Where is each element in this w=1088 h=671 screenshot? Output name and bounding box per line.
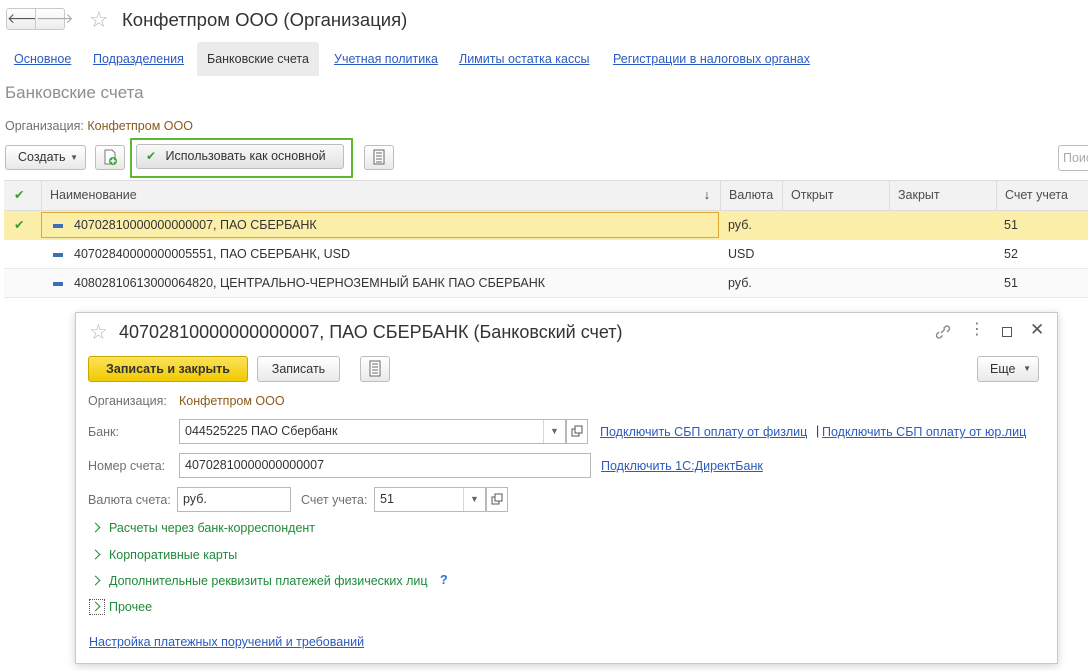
save-close-button[interactable]: Записать и закрыть — [88, 356, 248, 382]
tab-accounting-policy[interactable]: Учетная политика — [334, 42, 438, 76]
account-number-label: Номер счета: — [88, 459, 166, 473]
ledger-account-field[interactable]: 51 ▼ — [374, 487, 486, 512]
open-icon — [571, 425, 583, 437]
favorite-star-icon[interactable]: ☆ — [89, 322, 108, 344]
row-account: 51 — [1004, 276, 1018, 290]
bank-account-icon — [53, 253, 63, 257]
forward-button[interactable]: 🡒 — [35, 8, 74, 30]
org-label: Организация: — [88, 394, 167, 408]
table-row[interactable]: 40702840000000005551, ПАО СБЕРБАНК, USD … — [4, 240, 1088, 269]
row-currency: руб. — [728, 276, 752, 290]
checkmark-icon: ✔ — [14, 218, 25, 232]
copy-button[interactable] — [95, 145, 125, 170]
row-name: 40702840000000005551, ПАО СБЕРБАНК, USD — [74, 247, 351, 261]
tab-main[interactable]: Основное — [14, 42, 71, 76]
row-account: 51 — [1004, 218, 1018, 232]
checkmark-icon: ✔ — [146, 149, 157, 163]
row-name: 40802810613000064820, ЦЕНТРАЛЬНО-ЧЕРНОЗЕ… — [74, 276, 546, 290]
row-account: 52 — [1004, 247, 1018, 261]
more-button[interactable]: Еще ▼ — [977, 356, 1039, 382]
sbp-legal-link[interactable]: Подключить СБП оплату от юр.лиц — [822, 425, 1026, 439]
col-name[interactable]: Наименование ↓ — [41, 181, 720, 210]
col-closed[interactable]: Закрыт — [889, 181, 996, 210]
chevron-right-icon[interactable] — [90, 522, 101, 533]
window-title: Конфетпром ООО (Организация) — [122, 9, 408, 30]
list-settings-button[interactable] — [364, 145, 394, 170]
use-as-main-label: Использовать как основной — [165, 149, 326, 163]
chevron-down-icon: ▼ — [70, 153, 78, 162]
directbank-link[interactable]: Подключить 1С:ДиректБанк — [601, 459, 763, 473]
tab-cash-limits[interactable]: Лимиты остатка кассы — [459, 42, 589, 76]
maximize-icon[interactable] — [1002, 327, 1012, 337]
more-label: Еще — [990, 362, 1016, 376]
account-number-input[interactable]: 40702810000000000007 — [179, 453, 591, 478]
create-label: Создать — [18, 150, 66, 164]
col-account[interactable]: Счет учета — [996, 181, 1088, 210]
section-title: Банковские счета — [5, 83, 144, 102]
open-icon — [491, 493, 503, 505]
ledger-account-label: Счет учета: — [301, 493, 368, 507]
chevron-down-icon[interactable]: ▼ — [463, 488, 485, 511]
tab-subdivisions[interactable]: Подразделения — [93, 42, 184, 76]
sort-arrow-icon: ↓ — [703, 188, 710, 202]
favorite-star-icon[interactable]: ☆ — [89, 9, 109, 31]
table-row[interactable]: 40802810613000064820, ЦЕНТРАЛЬНО-ЧЕРНОЗЕ… — [4, 269, 1088, 298]
row-name: 40702810000000000007, ПАО СБЕРБАНК — [74, 218, 317, 232]
currency-label: Валюта счета: — [88, 493, 171, 507]
help-icon[interactable]: ? — [440, 573, 448, 587]
link-icon[interactable] — [934, 324, 952, 340]
group-other[interactable]: Прочее — [109, 600, 152, 614]
bank-account-icon — [53, 282, 63, 286]
payment-settings-link[interactable]: Настройка платежных поручений и требован… — [89, 635, 364, 649]
row-currency: руб. — [728, 218, 752, 232]
use-as-main-button[interactable]: ✔ Использовать как основной — [136, 144, 344, 169]
bank-account-icon — [53, 224, 63, 228]
group-corporate-cards[interactable]: Корпоративные карты — [109, 548, 237, 562]
open-ledger-button[interactable] — [486, 487, 508, 512]
checkmark-icon: ✔ — [14, 188, 25, 202]
table-row[interactable]: ✔ 40702810000000000007, ПАО СБЕРБАНК руб… — [4, 211, 1088, 240]
bank-field[interactable]: 044525225 ПАО Сбербанк ▼ — [179, 419, 566, 444]
group-correspondent-bank[interactable]: Расчеты через банк-корреспондент — [109, 521, 315, 535]
report-icon — [369, 360, 381, 377]
group-extra-requisites[interactable]: Дополнительные реквизиты платежей физиче… — [109, 574, 428, 588]
open-bank-button[interactable] — [566, 419, 588, 444]
search-input[interactable]: Поиск (Ctrl+F) — [1058, 145, 1088, 171]
col-opened[interactable]: Открыт — [782, 181, 889, 210]
sbp-phys-link[interactable]: Подключить СБП оплату от физлиц — [600, 425, 807, 439]
chevron-down-icon: ▼ — [1023, 364, 1031, 373]
more-actions-icon[interactable]: ⋮ — [969, 321, 985, 339]
bank-value: 044525225 ПАО Сбербанк — [185, 424, 338, 438]
org-value[interactable]: Конфетпром ООО — [179, 394, 285, 408]
save-button[interactable]: Записать — [257, 356, 340, 382]
chevron-right-icon[interactable] — [90, 549, 101, 560]
table-header: ✔ Наименование ↓ Валюта Открыт Закрыт Сч… — [4, 180, 1088, 211]
close-icon[interactable]: ✕ — [1030, 321, 1044, 339]
tab-bank-accounts[interactable]: Банковские счета — [197, 42, 319, 76]
ledger-account-value: 51 — [380, 492, 394, 506]
link-separator: | — [816, 424, 820, 438]
tab-tax-registrations[interactable]: Регистрации в налоговых органах — [613, 42, 810, 76]
org-row: Организация: Конфетпром ООО — [5, 119, 193, 133]
col-name-label: Наименование — [50, 188, 137, 202]
back-button[interactable]: 🡐 — [6, 8, 45, 30]
chevron-down-icon[interactable]: ▼ — [543, 420, 565, 443]
col-currency[interactable]: Валюта — [720, 181, 782, 210]
add-document-icon — [104, 149, 117, 165]
org-value[interactable]: Конфетпром ООО — [87, 119, 193, 133]
dialog-title: 40702810000000000007, ПАО СБЕРБАНК (Банк… — [119, 322, 623, 342]
bank-label: Банк: — [88, 425, 119, 439]
row-currency: USD — [728, 247, 755, 261]
currency-input[interactable]: руб. — [177, 487, 291, 512]
chevron-right-icon[interactable] — [90, 575, 101, 586]
create-button[interactable]: Создать ▼ — [5, 145, 86, 170]
bank-account-dialog: ☆ 40702810000000000007, ПАО СБЕРБАНК (Ба… — [75, 312, 1058, 664]
report-icon — [373, 149, 385, 165]
dialog-report-button[interactable] — [360, 356, 390, 382]
org-label: Организация: — [5, 119, 84, 133]
